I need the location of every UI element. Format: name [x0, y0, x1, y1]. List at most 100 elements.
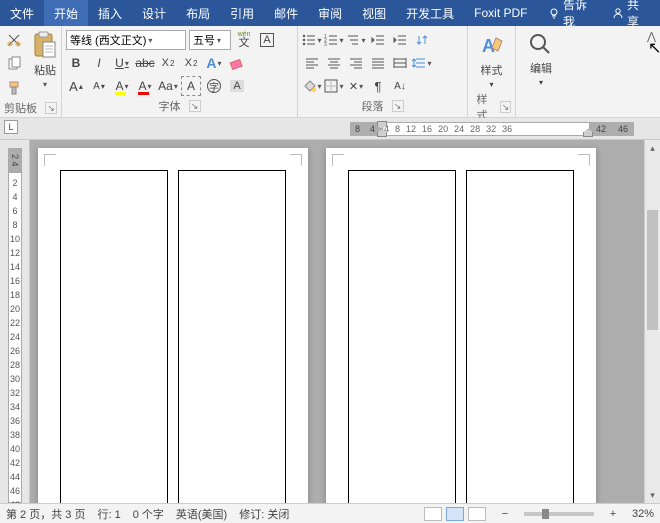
font-size-combo[interactable]: 五号▾	[189, 30, 231, 50]
text-column-shape[interactable]	[348, 170, 456, 503]
bold-button[interactable]: B	[66, 53, 86, 73]
show-marks-button[interactable]: ¶	[368, 76, 388, 96]
underline-button[interactable]: U▾	[112, 53, 132, 73]
menu-review[interactable]: 审阅	[308, 0, 352, 26]
menu-home[interactable]: 开始	[44, 0, 88, 26]
person-icon	[612, 7, 623, 19]
align-left-button[interactable]	[302, 53, 322, 73]
menu-devtools[interactable]: 开发工具	[396, 0, 464, 26]
phonetic-guide-button[interactable]: wén文	[234, 30, 254, 50]
bullets-icon	[302, 34, 316, 46]
text-column-shape[interactable]	[60, 170, 168, 503]
align-justify-button[interactable]	[368, 53, 388, 73]
paragraph-dialog-launcher[interactable]: ↘	[392, 100, 404, 112]
bullets-button[interactable]: ▾	[302, 30, 322, 50]
italic-button[interactable]: I	[89, 53, 109, 73]
align-distributed-button[interactable]	[390, 53, 410, 73]
tab-selector[interactable]: L	[4, 120, 18, 134]
font-group-label: 字体	[159, 98, 181, 114]
document-area: 2 4 246810121416182022242628303234363840…	[0, 140, 660, 503]
scroll-thumb[interactable]	[647, 210, 658, 330]
font-color-button[interactable]: A▾	[135, 76, 155, 96]
multilevel-list-button[interactable]: ▾	[346, 30, 366, 50]
font-dialog-launcher[interactable]: ↘	[189, 100, 201, 112]
view-web-layout[interactable]	[468, 507, 486, 521]
view-read-mode[interactable]	[424, 507, 442, 521]
page-canvas[interactable]	[30, 140, 660, 503]
group-styles: A 样式▾ 样式↘	[468, 26, 516, 117]
ribbon: 粘贴 ▾ 剪贴板 ↘ 等线 (西文正文)▾ 五号▾ wén文 A B I U▾ a…	[0, 26, 660, 118]
sort-button[interactable]	[412, 30, 432, 50]
bucket-icon	[302, 79, 316, 93]
svg-text:3: 3	[324, 42, 327, 46]
align-right-button[interactable]	[346, 53, 366, 73]
enclose-char-button[interactable]: 字	[204, 76, 224, 96]
subscript-button[interactable]: X2	[158, 53, 178, 73]
clear-formatting-button[interactable]	[227, 53, 247, 73]
line-spacing-button[interactable]: ▾	[412, 53, 432, 73]
increase-indent-button[interactable]	[390, 30, 410, 50]
lightbulb-icon	[548, 7, 560, 19]
change-case-button[interactable]: Aa▾	[158, 76, 178, 96]
align-center-button[interactable]	[324, 53, 344, 73]
cut-button[interactable]	[4, 30, 24, 50]
menu-view[interactable]: 视图	[352, 0, 396, 26]
status-bar: 第 2 页，共 3 页 行: 1 0 个字 英语(美国) 修订: 关闭 − + …	[0, 503, 660, 523]
status-words[interactable]: 0 个字	[133, 506, 164, 522]
char-border-button[interactable]: A	[257, 30, 277, 50]
vertical-ruler[interactable]: 2 4 246810121416182022242628303234363840…	[0, 140, 30, 503]
char-shading-button[interactable]: A	[181, 76, 201, 96]
menu-bar: 文件 开始 插入 设计 布局 引用 邮件 审阅 视图 开发工具 Foxit PD…	[0, 0, 660, 26]
circled-char-button[interactable]: A	[227, 76, 247, 96]
scroll-down-arrow[interactable]: ▾	[645, 487, 660, 503]
borders-icon	[324, 79, 338, 93]
shrink-font-button[interactable]: A▾	[89, 76, 109, 96]
menu-foxit[interactable]: Foxit PDF	[464, 0, 537, 26]
zoom-in-button[interactable]: +	[606, 508, 620, 520]
edit-button[interactable]: 编辑▾	[520, 28, 562, 87]
text-direction-button[interactable]: A↓	[390, 76, 410, 96]
menu-references[interactable]: 引用	[220, 0, 264, 26]
borders-button[interactable]: ▾	[324, 76, 344, 96]
copy-button[interactable]	[4, 54, 24, 74]
status-language[interactable]: 英语(美国)	[176, 506, 227, 522]
text-effects-button[interactable]: A▾	[204, 53, 224, 73]
asian-layout-button[interactable]: ✕▾	[346, 76, 366, 96]
zoom-slider[interactable]	[524, 512, 594, 516]
page[interactable]	[326, 148, 596, 503]
clipboard-dialog-launcher[interactable]: ↘	[45, 102, 57, 114]
vertical-scrollbar[interactable]: ▴ ▾	[644, 140, 660, 503]
menu-layout[interactable]: 布局	[176, 0, 220, 26]
horizontal-ruler[interactable]: 84 4812162024283236 4246	[350, 118, 634, 140]
page[interactable]	[38, 148, 308, 503]
numbering-icon: 123	[324, 34, 338, 46]
grow-font-button[interactable]: A▴	[66, 76, 86, 96]
styles-button[interactable]: A 样式▾	[472, 28, 511, 89]
font-family-combo[interactable]: 等线 (西文正文)▾	[66, 30, 186, 50]
shading-button[interactable]: ▾	[302, 76, 322, 96]
status-page[interactable]: 第 2 页，共 3 页	[6, 506, 85, 522]
text-column-shape[interactable]	[466, 170, 574, 503]
status-line[interactable]: 行: 1	[97, 506, 120, 522]
view-print-layout[interactable]	[446, 507, 464, 521]
superscript-button[interactable]: X2	[181, 53, 201, 73]
status-track-changes[interactable]: 修订: 关闭	[239, 506, 289, 522]
strikethrough-button[interactable]: abc	[135, 53, 155, 73]
menu-mailings[interactable]: 邮件	[264, 0, 308, 26]
format-painter-button[interactable]	[4, 78, 24, 98]
paste-button[interactable]: 粘贴 ▾	[28, 28, 62, 91]
ribbon-collapse-button[interactable]: ⋀	[647, 30, 656, 43]
styles-dialog-launcher[interactable]: ↘	[500, 101, 511, 113]
clipboard-group-label: 剪贴板	[4, 100, 37, 116]
decrease-indent-button[interactable]	[368, 30, 388, 50]
eraser-icon	[229, 55, 245, 71]
menu-design[interactable]: 设计	[132, 0, 176, 26]
menu-insert[interactable]: 插入	[88, 0, 132, 26]
highlight-button[interactable]: A▾	[112, 76, 132, 96]
text-column-shape[interactable]	[178, 170, 286, 503]
scroll-up-arrow[interactable]: ▴	[645, 140, 660, 156]
zoom-level[interactable]: 32%	[632, 508, 654, 520]
numbering-button[interactable]: 123▾	[324, 30, 344, 50]
zoom-out-button[interactable]: −	[498, 508, 512, 520]
menu-file[interactable]: 文件	[0, 0, 44, 26]
